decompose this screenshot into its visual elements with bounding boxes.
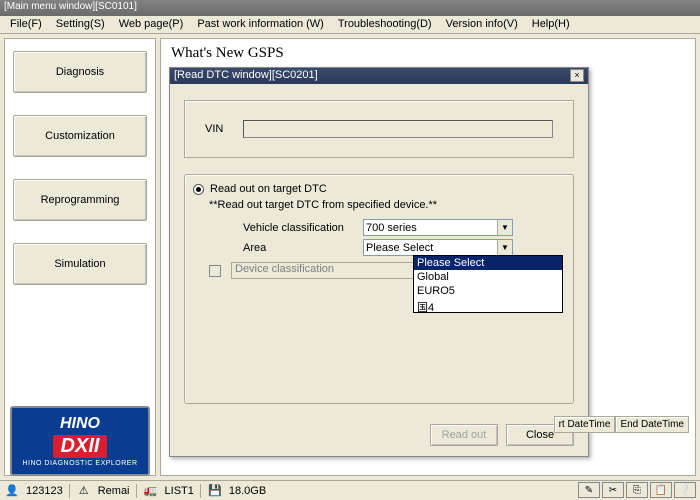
- readout-subhead: **Read out target DTC from specified dev…: [209, 199, 565, 211]
- disk-icon: 💾: [207, 484, 223, 498]
- target-dtc-radio-label: Read out on target DTC: [210, 183, 327, 195]
- user-icon: 👤: [4, 484, 20, 498]
- grid-header-row: rt DateTime End DateTime: [554, 416, 689, 433]
- menu-file[interactable]: File(F): [4, 18, 48, 31]
- sidebar-simulation-button[interactable]: Simulation: [13, 243, 147, 285]
- menu-pastwork[interactable]: Past work information (W): [191, 18, 330, 31]
- vehicle-classification-select[interactable]: 700 series ▼: [363, 219, 513, 236]
- copy-icon[interactable]: ⎘: [626, 482, 648, 498]
- readout-button: Read out: [430, 424, 498, 446]
- vin-label: VIN: [205, 123, 223, 135]
- edit-toolbar: ✎ ✂ ⎘ 📋 ❔: [578, 482, 696, 498]
- chevron-down-icon: ▼: [497, 240, 512, 255]
- warning-icon: ⚠: [76, 484, 92, 498]
- menu-troubleshooting[interactable]: Troubleshooting(D): [332, 18, 438, 31]
- page-title: What's New GSPS: [161, 39, 695, 68]
- area-value: Please Select: [366, 242, 433, 254]
- device-classification-checkbox[interactable]: [209, 265, 221, 277]
- help-icon[interactable]: ❔: [674, 482, 696, 498]
- read-dtc-dialog: [Read DTC window][SC0201] × VIN Read out…: [169, 67, 589, 457]
- logo-brand: HINO: [60, 415, 100, 433]
- vehicle-classification-label: Vehicle classification: [243, 222, 363, 234]
- dialog-titlebar: [Read DTC window][SC0201] ×: [170, 68, 588, 84]
- truck-icon: 🚛: [143, 484, 159, 498]
- status-list: LIST1: [165, 485, 194, 497]
- status-remain: Remai: [98, 485, 130, 497]
- area-option[interactable]: EURO5: [414, 284, 562, 298]
- chevron-down-icon: ▼: [497, 220, 512, 235]
- dialog-close-icon[interactable]: ×: [570, 69, 584, 82]
- main-content: What's New GSPS [Read DTC window][SC0201…: [160, 38, 696, 476]
- target-dtc-radio[interactable]: [193, 184, 204, 195]
- dialog-title-text: [Read DTC window][SC0201]: [174, 69, 318, 83]
- area-select[interactable]: Please Select ▼: [363, 239, 513, 256]
- sidebar-reprogramming-button[interactable]: Reprogramming: [13, 179, 147, 221]
- status-disk: 18.0GB: [229, 485, 266, 497]
- column-end-datetime[interactable]: End DateTime: [615, 416, 689, 433]
- paste-icon[interactable]: 📋: [650, 482, 672, 498]
- menubar: File(F) Setting(S) Web page(P) Past work…: [0, 16, 700, 34]
- window-titlebar: [Main menu window][SC0101]: [0, 0, 700, 16]
- area-option[interactable]: Global: [414, 270, 562, 284]
- status-user: 123123: [26, 485, 63, 497]
- logo-dx: DXII: [53, 435, 108, 458]
- cut-icon[interactable]: ✂: [602, 482, 624, 498]
- menu-webpage[interactable]: Web page(P): [113, 18, 190, 31]
- menu-version[interactable]: Version info(V): [440, 18, 524, 31]
- menu-help[interactable]: Help(H): [526, 18, 576, 31]
- vin-panel: VIN: [184, 100, 574, 158]
- menu-setting[interactable]: Setting(S): [50, 18, 111, 31]
- logo-subtitle: HINO DIAGNOSTIC EXPLORER: [22, 460, 137, 467]
- statusbar: 👤 123123 ⚠ Remai 🚛 LIST1 💾 18.0GB ✎ ✂ ⎘ …: [0, 480, 700, 500]
- hino-logo: HINO DXII HINO DIAGNOSTIC EXPLORER: [10, 406, 150, 476]
- pencil-icon[interactable]: ✎: [578, 482, 600, 498]
- sidebar-diagnosis-button[interactable]: Diagnosis: [13, 51, 147, 93]
- vehicle-classification-value: 700 series: [366, 222, 417, 234]
- readout-group: Read out on target DTC **Read out target…: [184, 174, 574, 404]
- sidebar-customization-button[interactable]: Customization: [13, 115, 147, 157]
- area-option[interactable]: 国4: [414, 298, 562, 312]
- area-label: Area: [243, 242, 363, 254]
- area-option[interactable]: Please Select: [414, 256, 562, 270]
- column-start-datetime[interactable]: rt DateTime: [554, 416, 616, 433]
- vin-input[interactable]: [243, 120, 553, 138]
- area-dropdown-list: Please Select Global EURO5 国4: [413, 255, 563, 313]
